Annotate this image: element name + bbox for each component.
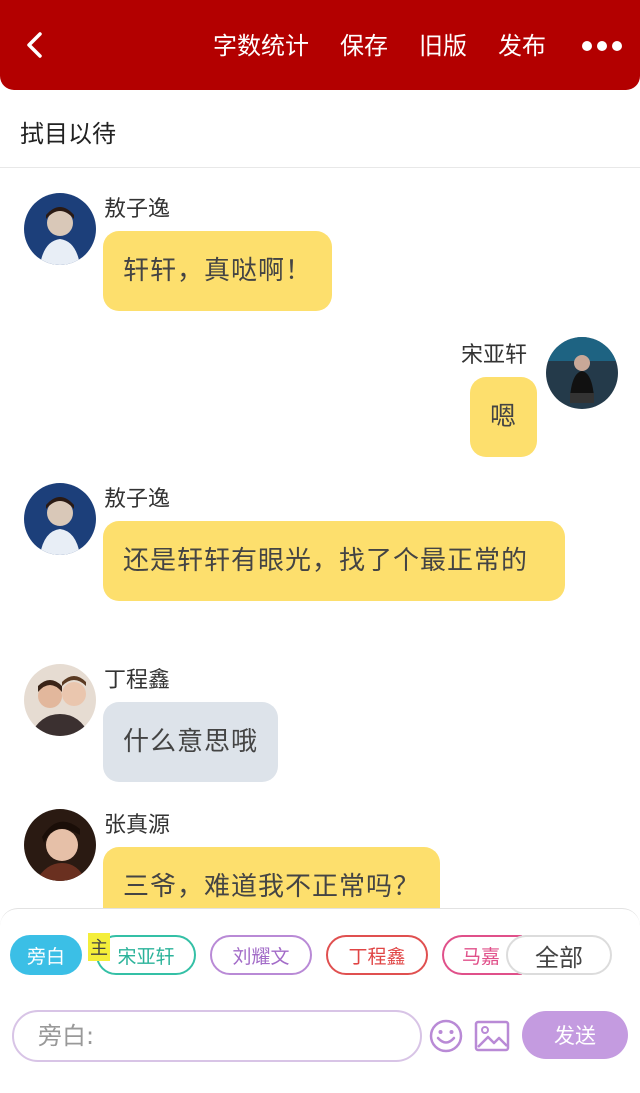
chat-bubble[interactable]: 还是轩轩有眼光，找了个最正常的 <box>103 521 565 601</box>
speaker-name: 张真源 <box>104 813 171 838</box>
speaker-name: 敖子逸 <box>104 197 171 222</box>
avatar[interactable] <box>24 809 96 881</box>
chat-area[interactable]: 敖子逸 轩轩，真哒啊！ 宋亚轩 嗯 敖子逸 还是轩轩有眼光，找了个最正常的 丁程… <box>0 169 640 909</box>
main-role-badge: 主 <box>88 933 110 961</box>
role-chip-ding-chengxin[interactable]: 丁程鑫 <box>326 935 428 975</box>
image-icon[interactable] <box>474 1019 510 1053</box>
speaker-name: 丁程鑫 <box>104 668 171 693</box>
story-title-row: 拭目以待 <box>0 90 640 168</box>
old-version-button[interactable]: 旧版 <box>419 31 467 61</box>
avatar[interactable] <box>24 483 96 555</box>
top-actions: 字数统计 保存 旧版 发布 <box>182 31 622 61</box>
back-arrow-icon[interactable] <box>20 30 50 60</box>
role-chip-narration[interactable]: 旁白 <box>10 935 82 975</box>
chat-bubble[interactable]: 嗯 <box>470 377 538 457</box>
all-roles-button[interactable]: 全部 <box>506 935 612 975</box>
avatar[interactable] <box>24 193 96 265</box>
save-button[interactable]: 保存 <box>340 31 388 61</box>
top-bar: 字数统计 保存 旧版 发布 <box>0 0 640 90</box>
role-chip-liu-yaowen[interactable]: 刘耀文 <box>210 935 312 975</box>
composer-panel: 旁白 宋亚轩 主 刘耀文 丁程鑫 马嘉 全部 旁白: 发送 <box>0 908 640 1093</box>
avatar[interactable] <box>546 337 618 409</box>
chat-bubble[interactable]: 轩轩，真哒啊！ <box>103 231 333 311</box>
message-input[interactable]: 旁白: <box>12 1010 422 1062</box>
speaker-name: 宋亚轩 <box>461 343 528 368</box>
role-selector: 旁白 宋亚轩 主 刘耀文 丁程鑫 马嘉 全部 <box>10 933 630 979</box>
speaker-name: 敖子逸 <box>104 487 171 512</box>
role-chip-song-yaxuan[interactable]: 宋亚轩 <box>96 935 196 975</box>
story-title[interactable]: 拭目以待 <box>20 114 116 149</box>
emoji-icon[interactable] <box>428 1018 464 1054</box>
chat-bubble[interactable]: 什么意思哦 <box>103 702 279 782</box>
more-icon[interactable] <box>577 41 622 51</box>
word-count-button[interactable]: 字数统计 <box>213 31 309 61</box>
send-button[interactable]: 发送 <box>522 1011 628 1059</box>
chat-bubble[interactable]: 三爷，难道我不正常吗？ <box>103 847 441 909</box>
publish-button[interactable]: 发布 <box>498 31 546 61</box>
avatar[interactable] <box>24 664 96 736</box>
